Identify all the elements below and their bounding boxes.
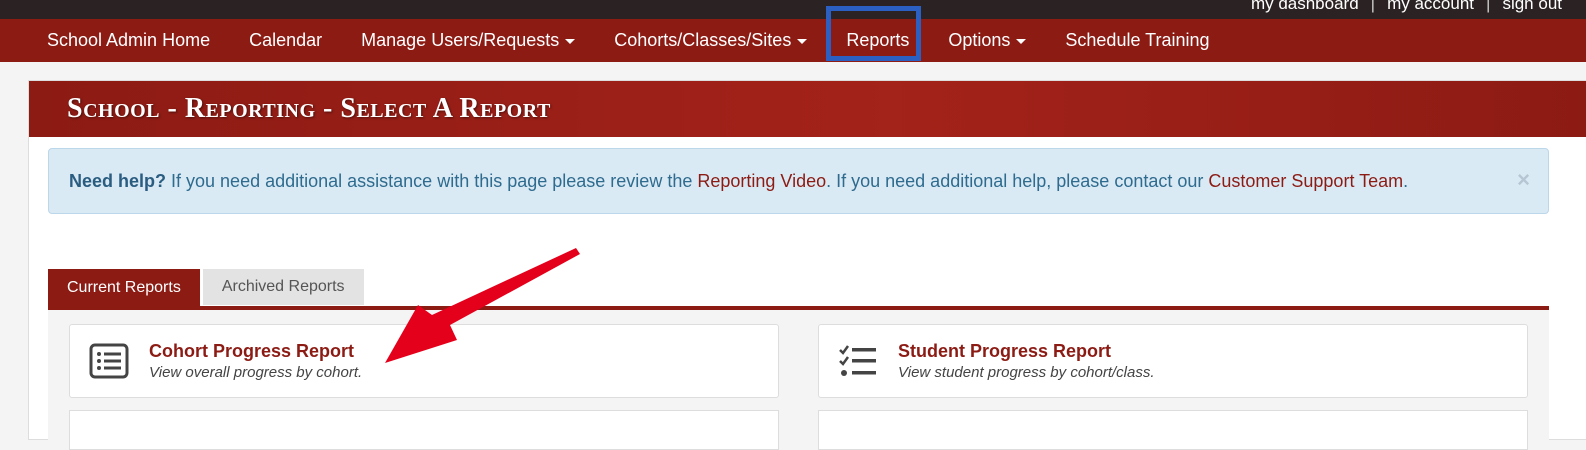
annotation-arrow-icon: [385, 248, 580, 363]
highlight-box: [826, 6, 922, 61]
sign-out-link[interactable]: sign out: [1502, 0, 1562, 14]
tab-current-reports[interactable]: Current Reports: [48, 269, 200, 307]
nav-school-admin-home[interactable]: School Admin Home: [47, 30, 210, 51]
separator: |: [1370, 0, 1376, 13]
help-text: .: [1403, 171, 1409, 191]
report-title[interactable]: Cohort Progress Report: [149, 341, 354, 362]
report-card-partial[interactable]: [818, 410, 1528, 450]
nav-manage-users[interactable]: Manage Users/Requests: [361, 30, 576, 51]
report-subtitle: View student progress by cohort/class.: [898, 364, 1155, 381]
nav-schedule-training[interactable]: Schedule Training: [1065, 30, 1209, 51]
help-alert: Need help? If you need additional assist…: [48, 148, 1549, 214]
help-text: If you need additional assistance with t…: [166, 171, 698, 191]
close-icon[interactable]: ×: [1517, 167, 1530, 193]
nav-calendar[interactable]: Calendar: [249, 30, 322, 51]
panel-header: School - Reporting - Select A Report: [29, 81, 1586, 137]
page-title: School - Reporting - Select A Report: [67, 93, 551, 124]
reports-list: Cohort Progress Report View overall prog…: [48, 310, 1549, 450]
main-nav: School Admin Home Calendar Manage Users/…: [0, 6, 1586, 62]
customer-support-link[interactable]: Customer Support Team: [1208, 171, 1403, 191]
report-tabs: Current Reports Archived Reports: [48, 269, 364, 307]
caret-down-icon: [797, 39, 808, 44]
separator: |: [1486, 0, 1491, 13]
top-utility-bar: my dashboard | my account | sign out: [0, 0, 1586, 19]
help-text: . If you need additional help, please co…: [826, 171, 1209, 191]
my-account-link[interactable]: my account: [1387, 0, 1474, 14]
tab-archived-reports[interactable]: Archived Reports: [202, 269, 364, 305]
nav-cohorts[interactable]: Cohorts/Classes/Sites: [614, 30, 808, 51]
checklist-icon: [839, 345, 876, 376]
report-subtitle: View overall progress by cohort.: [149, 364, 363, 381]
report-panel: School - Reporting - Select A Report Nee…: [28, 80, 1586, 450]
list-icon: [89, 343, 129, 379]
nav-reports[interactable]: Reports: [826, 6, 922, 61]
student-progress-report-card[interactable]: Student Progress Report View student pro…: [818, 324, 1528, 398]
report-card-partial[interactable]: [69, 410, 779, 450]
reporting-video-link[interactable]: Reporting Video: [697, 171, 826, 191]
caret-down-icon: [565, 39, 576, 44]
report-title[interactable]: Student Progress Report: [898, 341, 1111, 362]
nav-options[interactable]: Options: [948, 30, 1027, 51]
caret-down-icon: [1016, 39, 1027, 44]
my-dashboard-link[interactable]: my dashboard: [1251, 0, 1359, 14]
help-lead: Need help?: [69, 171, 167, 191]
